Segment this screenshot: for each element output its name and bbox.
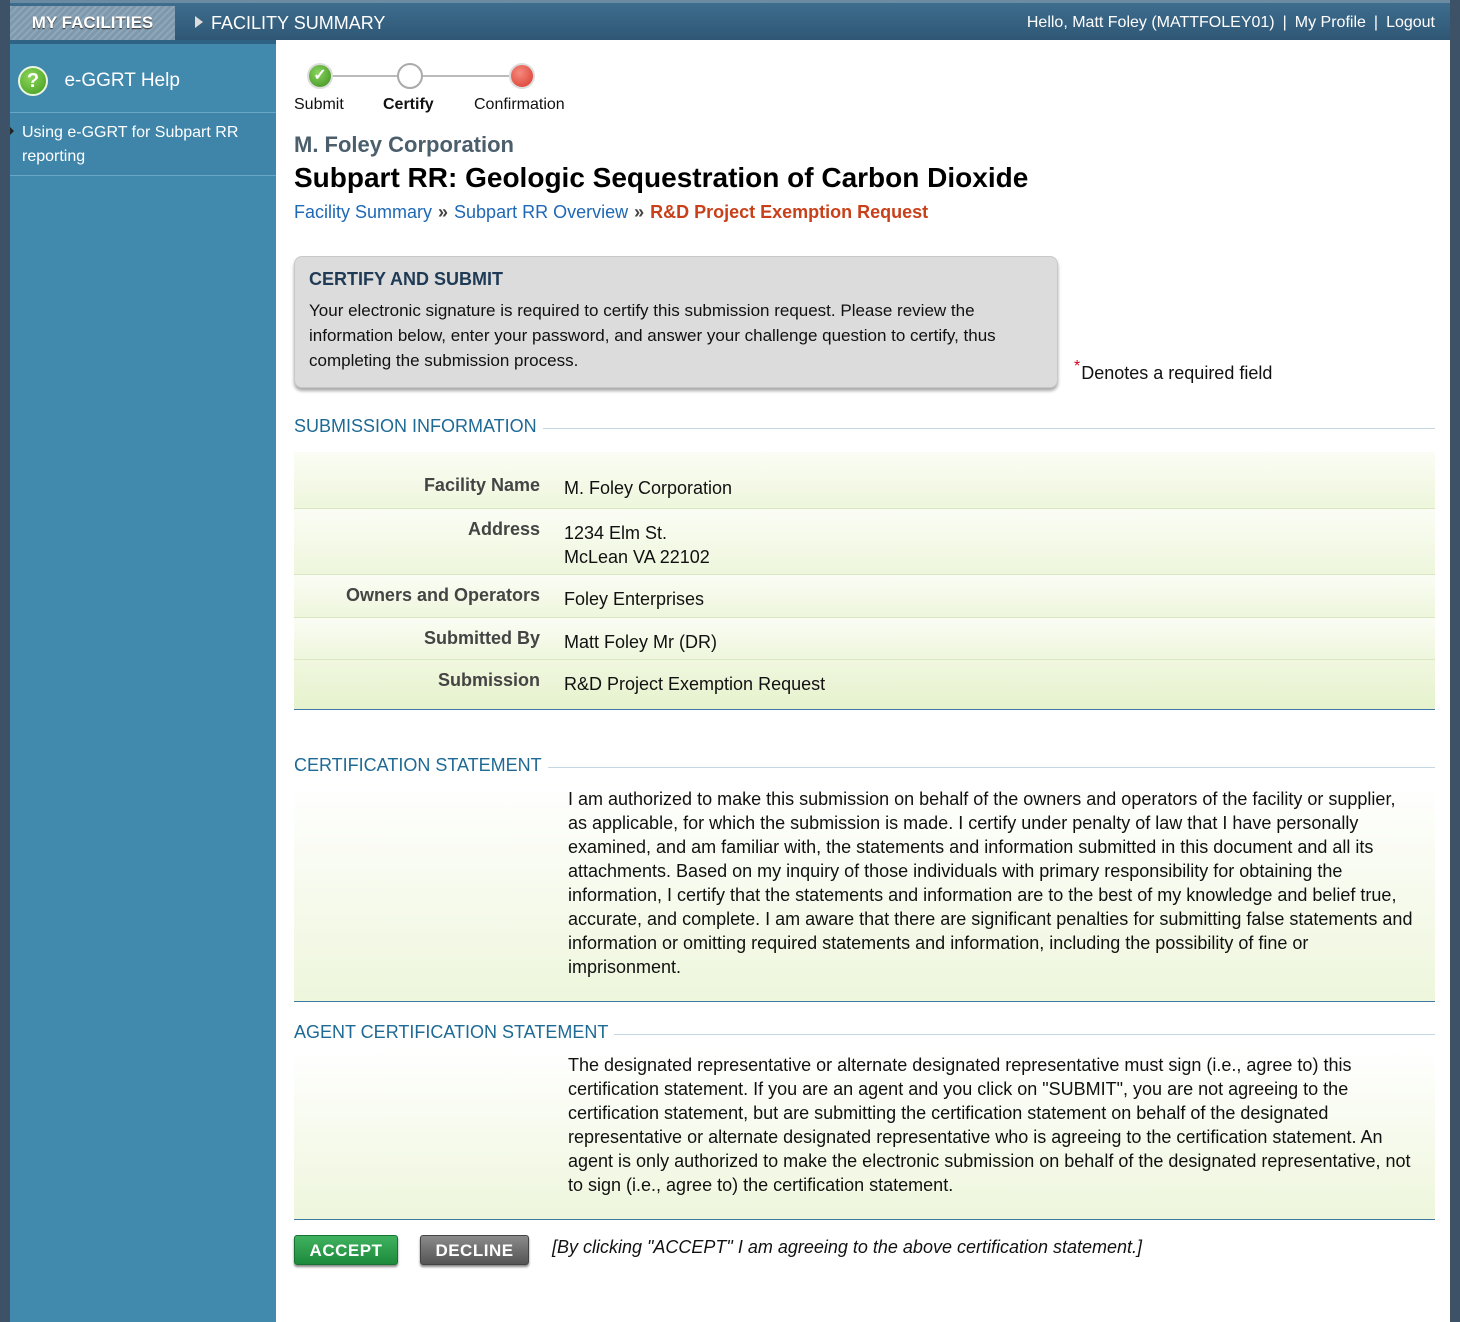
info-value-address: 1234 Elm St. McLean VA 22102 [550,509,724,574]
separator: | [1282,14,1287,31]
breadcrumb: Facility Summary» Subpart RR Overview» R&D… [294,202,928,223]
step-submit-check-icon: ✓ [307,63,333,89]
info-row-facility-name: Facility Name M. Foley Corporation [294,452,1435,509]
help-link-subpart-rr[interactable]: Using e-GGRT for Subpart RR reporting [10,113,276,176]
app-frame: MY FACILITIES FACILITY SUMMARY Hello, Ma… [10,0,1450,1322]
info-row-submission: Submission R&D Project Exemption Request [294,660,1435,709]
agent-certification-heading: AGENT CERTIFICATION STATEMENT [294,1022,1435,1046]
top-navigation-bar: MY FACILITIES FACILITY SUMMARY Hello, Ma… [10,0,1450,40]
info-value: R&D Project Exemption Request [564,674,826,694]
info-value: Foley Enterprises [564,589,705,609]
help-question-icon: ? [18,66,48,96]
help-sidebar: ? e-GGRT Help Using e-GGRT for Subpart R… [10,40,276,1322]
certification-heading: CERTIFICATION STATEMENT [294,755,1435,779]
certification-heading-text: CERTIFICATION STATEMENT [294,755,548,775]
breadcrumb-separator: » [634,202,645,222]
help-title: e-GGRT Help [64,70,180,91]
separator: | [1373,14,1379,31]
breadcrumb-separator: » [438,202,449,222]
submission-info-heading-text: SUBMISSION INFORMATION [294,416,543,436]
agent-certification-heading-text: AGENT CERTIFICATION STATEMENT [294,1022,615,1042]
notice-body: Your electronic signature is required to… [309,301,996,370]
info-label: Submission [437,670,540,690]
accept-button[interactable]: ACCEPT [294,1235,398,1265]
user-menu: Hello, Matt Foley (MATTFOLEY01) | My Profi… [1027,6,1435,40]
user-greeting: Hello, Matt Foley (MATTFOLEY01) [1026,14,1275,31]
play-arrow-icon [195,16,203,28]
tab-my-facilities[interactable]: MY FACILITIES [10,6,175,40]
submission-info-heading: SUBMISSION INFORMATION [294,416,1435,440]
notice-title: CERTIFY AND SUBMIT [309,269,504,289]
info-label: Facility Name [423,475,540,495]
my-profile-link[interactable]: My Profile [1295,14,1366,31]
info-row-submitted-by: Submitted By Matt Foley Mr (DR) [294,618,1435,660]
info-label: Address [467,519,540,539]
info-label: Submitted By [423,628,540,648]
certify-notice-box: CERTIFY AND SUBMIT Your electronic signa… [294,256,1058,388]
step-connector [333,75,397,77]
submission-info-table: Facility Name M. Foley Corporation Addre… [294,452,1435,710]
logout-link[interactable]: Logout [1386,14,1435,31]
step-label-certify: Certify [383,96,434,113]
help-header: ? e-GGRT Help [10,44,276,113]
page-title: Subpart RR: Geologic Sequestration of Ca… [294,162,1029,193]
required-field-note: *Denotes a required field [1074,358,1272,384]
tab-facility-summary-label: FACILITY SUMMARY [211,13,386,33]
tab-facility-summary[interactable]: FACILITY SUMMARY [195,6,385,40]
agent-certification-box: The designated representative or alterna… [294,1048,1435,1220]
progress-steps: ✓ Submit Certify Confirmation [294,60,594,120]
info-value: Matt Foley Mr (DR) [564,632,717,652]
certification-box: I am authorized to make this submission … [294,782,1435,1002]
info-value: M. Foley Corporation [564,478,733,498]
breadcrumb-current: R&D Project Exemption Request [650,202,929,222]
info-label: Owners and Operators [345,585,540,605]
decline-button[interactable]: DECLINE [420,1235,529,1265]
breadcrumb-subpart-rr-overview[interactable]: Subpart RR Overview [454,202,628,222]
step-label-submit: Submit [294,96,344,113]
company-name: M. Foley Corporation [294,132,514,157]
step-label-confirmation: Confirmation [474,96,565,113]
accept-note: [By clicking "ACCEPT" I am agreeing to t… [552,1237,1143,1257]
info-row-owners: Owners and Operators Foley Enterprises [294,575,1435,618]
step-confirmation-dot-icon [509,63,535,89]
step-certify-dot-icon [397,63,423,89]
breadcrumb-facility-summary[interactable]: Facility Summary [294,202,432,222]
address-line2: McLean VA 22102 [564,547,710,567]
agent-certification-text: The designated representative or alterna… [568,1055,1411,1195]
info-row-address: Address 1234 Elm St. McLean VA 22102 [294,509,1435,575]
required-note-text: Denotes a required field [1081,363,1273,383]
step-connector [423,75,509,77]
certification-text: I am authorized to make this submission … [568,789,1413,977]
address-line1: 1234 Elm St. [564,523,668,543]
required-star-icon: * [1074,358,1081,375]
